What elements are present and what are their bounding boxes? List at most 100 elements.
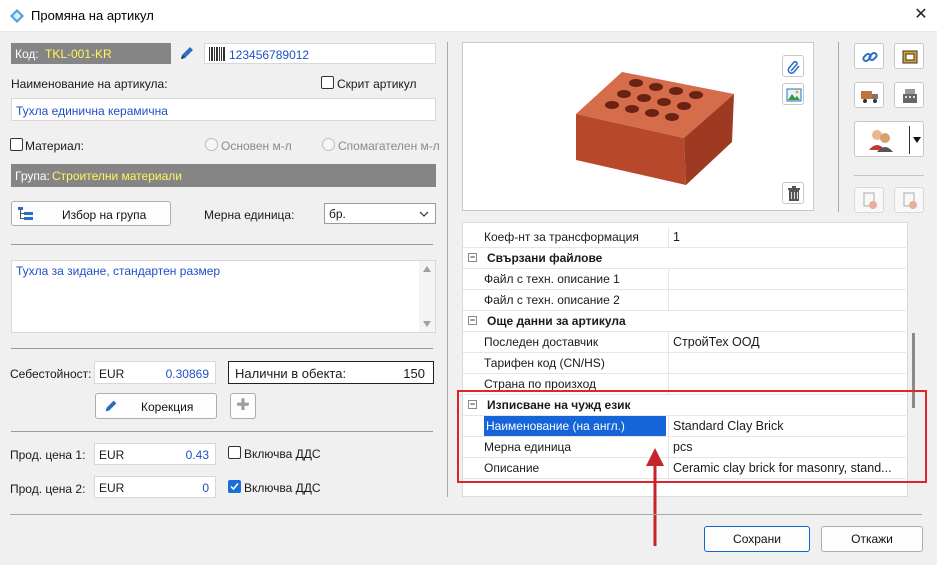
product-image [576,72,734,185]
diamond-app-icon [10,9,24,23]
description-value: Тухла за зидане, стандартен размер [16,264,221,278]
unit-select[interactable]: бр. [324,203,436,224]
code-value: TKL-001-KR [45,47,112,61]
main-material-radio[interactable] [205,138,218,151]
cash-register-button[interactable] [894,82,924,108]
doc1-button[interactable] [854,187,884,213]
link-button[interactable] [854,43,884,69]
prop-row[interactable]: Последен доставчик СтройТех ООД [463,332,906,353]
bottom-divider [10,514,922,515]
aux-material-label: Спомагателен м-л [338,139,440,153]
save-button[interactable]: Сохрани [704,526,810,552]
stock-label: Налични в обекта: [235,366,347,381]
prop-row[interactable]: Коеф-нт за трансформация 1 [463,227,906,248]
attach-button[interactable] [782,55,804,77]
hidden-checkbox[interactable] [321,76,334,89]
aux-material-radio[interactable] [322,138,335,151]
vat2-label: Включва ДДС [244,481,321,495]
cost-label: Себестойност: [10,367,92,381]
divider [11,244,433,245]
printer-icon [902,50,918,64]
price1-label: Прод. цена 1: [10,448,86,462]
correction-button[interactable]: Корекция [95,393,217,419]
prop-name: Коеф-нт за трансформация [484,230,639,244]
main-material-label: Основен м-л [221,139,292,153]
cancel-button[interactable]: Откажи [821,526,923,552]
delivery-button[interactable] [854,82,884,108]
collapse-icon[interactable]: − [468,316,477,325]
barcode-icon [209,47,225,61]
name-input[interactable]: Тухла единична керамична [11,98,436,121]
plus-icon: ✚ [236,397,250,414]
prop-row[interactable]: Файл с техн. описание 2 [463,290,906,311]
cost-field[interactable]: EUR 0.30869 [94,361,216,384]
users-dropdown-button[interactable] [854,121,924,157]
highlight-box [457,390,927,483]
prop-value [668,353,906,373]
cost-currency: EUR [99,367,125,381]
divider [11,348,433,349]
doc2-button[interactable] [894,187,924,213]
barcode-field[interactable]: 123456789012 [204,43,436,64]
scroll-up-icon [423,266,431,272]
price2-value: 0 [202,481,209,495]
stock-value: 150 [403,366,425,381]
chevron-down-icon [913,137,921,143]
unit-label: Мерна единица: [204,208,295,222]
description-textarea[interactable]: Тухла за зидане, стандартен размер [11,260,436,333]
panel-separator [447,42,448,497]
price1-value: 0.43 [185,448,209,462]
print-label-button[interactable] [894,43,924,69]
code-label: Код: [15,47,39,61]
price2-label: Прод. цена 2: [10,482,86,496]
prop-category[interactable]: − Свързани файлове [463,248,906,269]
hidden-label: Скрит артикул [337,77,417,91]
divider [854,175,924,176]
unit-value: бр. [329,207,346,221]
name-value: Тухла единична керамична [16,104,168,118]
divider [11,431,433,432]
prop-value: СтройТех ООД [668,332,906,352]
cost-value: 0.30869 [165,367,209,381]
doc1-icon [863,192,877,209]
correction-label: Корекция [141,400,194,414]
prop-row[interactable]: Файл с техн. описание 1 [463,269,906,290]
prop-name: Последен доставчик [484,335,599,349]
checkmark-icon [230,483,239,491]
prop-row[interactable]: Тарифен код (CN/HS) [463,353,906,374]
prop-name: Файл с техн. описание 1 [484,272,620,286]
pencil-icon [105,400,117,412]
dropdown-divider [909,126,910,154]
scroll-down-icon [423,321,431,327]
code-field[interactable]: Код: TKL-001-KR [11,43,171,64]
doc2-icon [903,192,917,209]
vat1-label: Включва ДДС [244,447,321,461]
add-button[interactable]: ✚ [230,393,256,419]
collapse-icon[interactable]: − [468,253,477,262]
select-group-button[interactable]: Избор на група [11,201,171,226]
prop-value: 1 [668,227,906,247]
pencil-icon[interactable] [178,44,196,62]
delete-image-button[interactable] [782,182,804,204]
cash-register-icon [903,89,917,103]
toolbar-separator [838,42,839,212]
barcode-value: 123456789012 [229,48,310,62]
prop-category[interactable]: − Още данни за артикула [463,311,906,332]
window-title: Промяна на артикул [31,8,154,23]
price2-field[interactable]: EUR 0 [94,476,216,498]
description-scrollbar[interactable] [419,261,435,332]
material-checkbox[interactable] [10,138,23,151]
vat2-checkbox[interactable] [228,480,241,493]
trash-icon [788,186,800,201]
close-button[interactable]: ✕ [908,4,934,28]
group-value: Строителни материали [52,169,182,183]
vat1-checkbox[interactable] [228,446,241,459]
prop-value [668,269,906,289]
picture-button[interactable] [782,83,804,105]
group-field: Група: Строителни материали [11,164,436,187]
price1-field[interactable]: EUR 0.43 [94,443,216,465]
prop-name: Тарифен код (CN/HS) [484,356,605,370]
stock-field: Налични в обекта: 150 [228,361,434,384]
users-icon [869,130,893,152]
image-icon [786,88,802,102]
